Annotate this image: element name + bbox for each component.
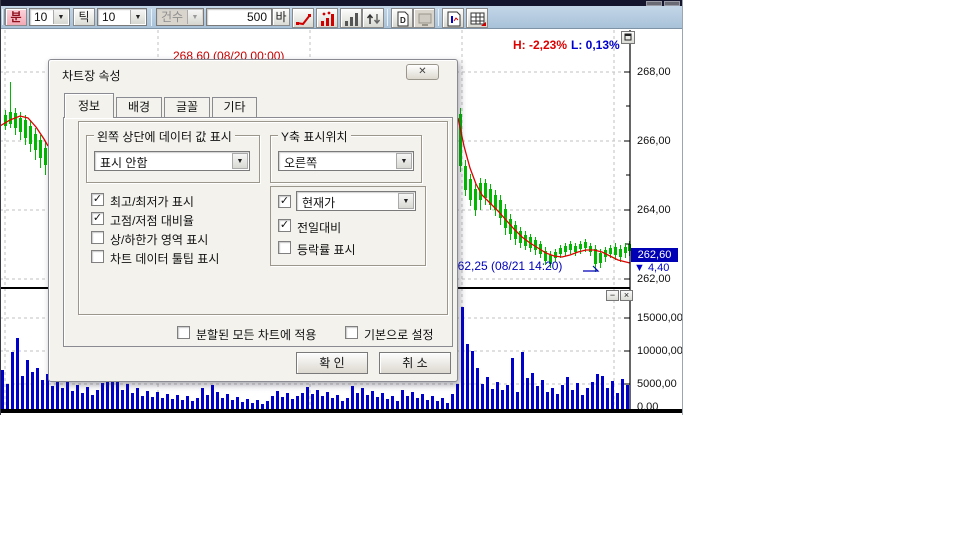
checkbox-label: 분할된 모든 차트에 적용 xyxy=(196,326,316,343)
tab-4[interactable]: 기타 xyxy=(212,97,257,118)
yaxis-position-combo[interactable]: 오른쪽 ▼ xyxy=(278,151,414,171)
volume-tick-label: 5000,00 xyxy=(637,378,677,390)
checkbox-label: 등락률 표시 xyxy=(297,241,356,258)
checkbox-icon[interactable] xyxy=(278,241,291,254)
volume-tick-label: 0,00 xyxy=(637,401,658,413)
checkbox-icon[interactable] xyxy=(177,326,190,339)
low-annotation: 262,25 (08/21 14:20) xyxy=(451,259,562,273)
current-price-combo[interactable]: 현재가 ▼ xyxy=(296,191,416,211)
tab-1[interactable]: 정보 xyxy=(64,93,114,118)
volume-minimize-button[interactable]: − xyxy=(606,290,619,301)
volume-tick-label: 10000,00 xyxy=(637,345,683,357)
data-value-combo[interactable]: 표시 안함 ▼ xyxy=(94,151,250,171)
restore-pane-button[interactable] xyxy=(621,31,635,44)
current-price-change: ▼ 4,40 xyxy=(634,262,669,274)
checkbox-icon[interactable]: ✓ xyxy=(91,212,104,225)
high-percent-label: H: -2,23% xyxy=(513,38,567,52)
checkbox-label: 기본으로 설정 xyxy=(364,326,434,343)
price-tick-label: 266,00 xyxy=(637,135,671,147)
checkbox-icon[interactable] xyxy=(91,231,104,244)
chevron-down-icon[interactable]: ▼ xyxy=(396,153,412,169)
ok-button[interactable]: 확 인 xyxy=(296,352,368,374)
checkbox-label: 상/하한가 영역 표시 xyxy=(110,231,208,248)
chevron-down-icon[interactable]: ▼ xyxy=(398,193,414,209)
checkbox-icon[interactable]: ✓ xyxy=(91,193,104,206)
volume-close-button[interactable]: × xyxy=(620,290,633,301)
checkbox-icon[interactable]: ✓ xyxy=(278,195,291,208)
checkbox-icon[interactable]: ✓ xyxy=(278,219,291,232)
checkbox-label: 최고/최저가 표시 xyxy=(110,193,194,210)
current-price-badge: 262,60 xyxy=(631,248,678,262)
low-percent-label: L: 0,13% xyxy=(571,38,620,52)
price-tick-label: 264,00 xyxy=(637,204,671,216)
checkbox-icon[interactable] xyxy=(91,250,104,263)
tab-3[interactable]: 글꼴 xyxy=(164,97,210,118)
checkbox-label: 전일대비 xyxy=(297,219,341,236)
price-tick-label: 262,00 xyxy=(637,273,671,285)
dialog-title: 차트장 속성 xyxy=(62,67,121,84)
screen: 분 10 ▼ 틱 10 ▼ 건수 ▼ 500 바 xyxy=(0,0,960,540)
widget-border xyxy=(0,0,1,415)
chevron-down-icon[interactable]: ▼ xyxy=(232,153,248,169)
chart-properties-dialog: 차트장 속성 ✕ 정보배경글꼴기타 왼쪽 상단에 데이터 값 표시 표시 안함 … xyxy=(48,59,458,382)
close-icon[interactable]: ✕ xyxy=(406,64,439,80)
widget-border xyxy=(682,0,683,415)
checkbox-label: 고점/저점 대비율 xyxy=(110,212,194,229)
cancel-button[interactable]: 취 소 xyxy=(379,352,451,374)
volume-tick-label: 15000,00 xyxy=(637,312,683,324)
checkbox-icon[interactable] xyxy=(345,326,358,339)
price-tick-label: 268,00 xyxy=(637,66,671,78)
checkbox-label: 차트 데이터 툴팁 표시 xyxy=(110,250,219,267)
tab-2[interactable]: 배경 xyxy=(116,97,162,118)
